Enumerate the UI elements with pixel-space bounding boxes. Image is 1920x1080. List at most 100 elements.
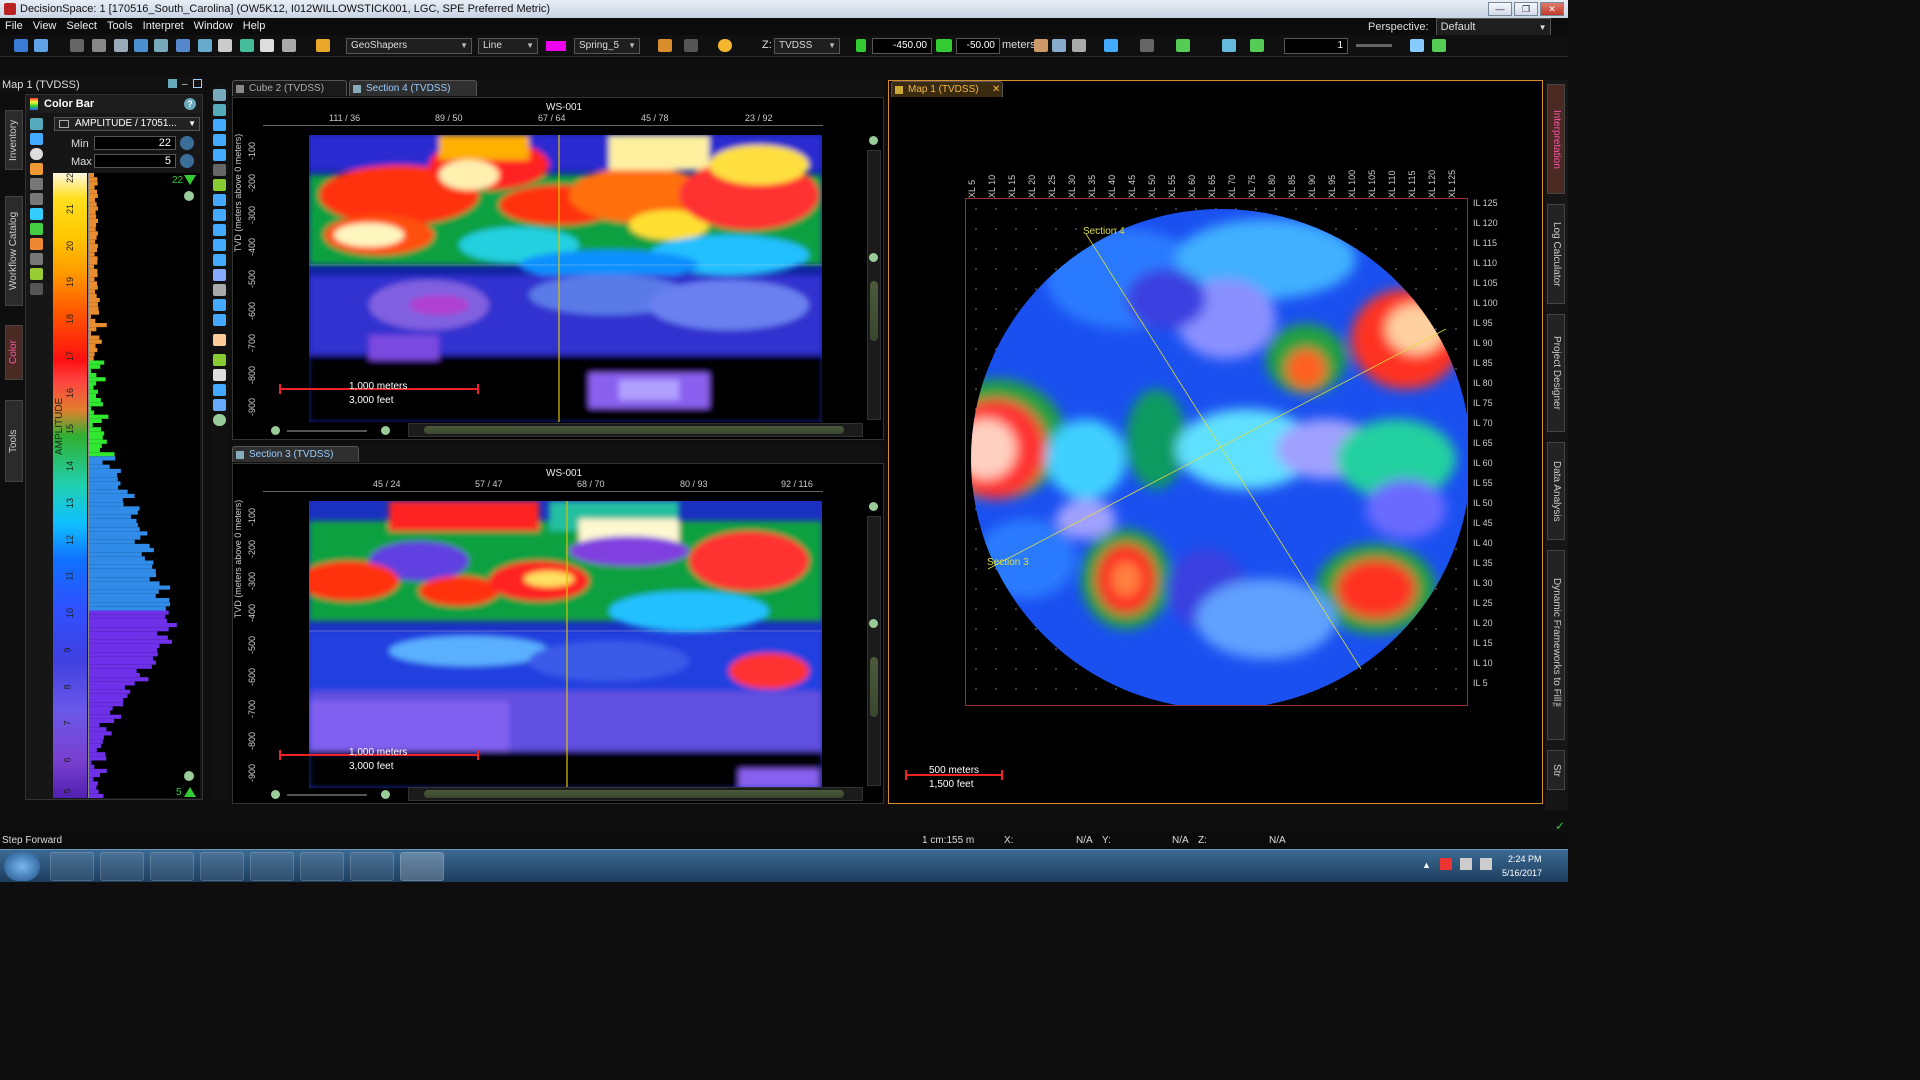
maximize-button[interactable]: ❐	[1514, 2, 1538, 16]
tab-section3[interactable]: Section 3 (TVDSS)	[232, 446, 359, 462]
menu-interpret[interactable]: Interpret	[138, 18, 189, 35]
horizontal-scrollbar[interactable]	[408, 787, 863, 801]
play-icon[interactable]	[936, 39, 952, 52]
scroll-thumb[interactable]	[870, 657, 878, 717]
grid-icon[interactable]	[198, 39, 212, 52]
menu-view[interactable]: View	[28, 18, 62, 35]
clip-icon[interactable]	[30, 268, 43, 280]
tab-dynamic-frameworks[interactable]: Dynamic Frameworks to Fill™	[1547, 550, 1565, 740]
chrome-taskbar-icon[interactable]	[200, 852, 244, 881]
zoom-in-icon[interactable]	[869, 136, 878, 145]
min-field[interactable]: 22	[94, 136, 176, 150]
tab-inventory[interactable]: Inventory	[5, 110, 23, 170]
slice-field[interactable]: 1	[1284, 38, 1348, 54]
max-field[interactable]: 5	[94, 154, 176, 168]
pan-icon[interactable]	[154, 39, 168, 52]
app-taskbar-icon[interactable]	[250, 852, 294, 881]
scroll-thumb[interactable]	[870, 281, 878, 341]
scroll-thumb[interactable]	[424, 790, 844, 798]
rotate-view-icon[interactable]	[213, 134, 226, 146]
redo-icon[interactable]	[684, 39, 698, 52]
zoom-out-icon[interactable]	[184, 771, 194, 781]
cube-icon[interactable]	[240, 39, 254, 52]
horizontal-scrollbar[interactable]	[408, 423, 863, 437]
crosshair-icon[interactable]	[1432, 39, 1446, 52]
edit-icon[interactable]	[213, 239, 226, 251]
zoom-icon[interactable]	[213, 119, 226, 131]
tab-workflow-catalog[interactable]: Workflow Catalog	[5, 196, 23, 306]
tray-alert-icon[interactable]	[1440, 858, 1452, 870]
open-icon[interactable]	[34, 39, 48, 52]
select-view-icon[interactable]	[213, 369, 226, 381]
flip-icon[interactable]	[30, 238, 43, 250]
lock-icon[interactable]	[30, 283, 43, 295]
zoom-out-icon[interactable]	[271, 790, 280, 799]
tab-log-calculator[interactable]: Log Calculator	[1547, 204, 1565, 304]
opacity-icon[interactable]	[30, 253, 43, 265]
menu-select[interactable]: Select	[61, 18, 102, 35]
tab-section4[interactable]: Section 4 (TVDSS)	[349, 80, 477, 96]
nav-icon[interactable]	[213, 194, 226, 206]
tray-network-icon[interactable]	[1460, 858, 1472, 870]
paint-taskbar-icon[interactable]	[350, 852, 394, 881]
ie-taskbar-icon[interactable]	[50, 852, 94, 881]
menu-tools[interactable]: Tools	[102, 18, 138, 35]
box-icon[interactable]	[213, 384, 226, 396]
zoom-in-icon[interactable]	[381, 426, 390, 435]
colormap-dropdown[interactable]: Spring_5 ▼	[574, 38, 640, 54]
tray-volume-icon[interactable]	[1480, 858, 1492, 870]
wand-icon[interactable]	[1222, 39, 1236, 52]
panel-maximize-icon[interactable]	[193, 79, 202, 88]
scroll-thumb[interactable]	[424, 426, 844, 434]
help-icon[interactable]: ?	[184, 98, 196, 110]
close-button[interactable]: ✕	[1540, 2, 1564, 16]
attribute-dropdown[interactable]: AMPLITUDE / 17051... ▼	[54, 117, 200, 131]
tray-chevron-icon[interactable]: ▲	[1422, 860, 1431, 870]
align-icon[interactable]	[213, 209, 226, 221]
tools-icon[interactable]	[1072, 39, 1086, 52]
zoom-in-icon[interactable]	[381, 790, 390, 799]
step-back-icon[interactable]	[856, 39, 866, 52]
layer-view-icon[interactable]	[213, 269, 226, 281]
horizon-icon[interactable]	[1250, 39, 1264, 52]
bottom-marker-handle[interactable]	[184, 787, 196, 797]
annotation-icon[interactable]	[218, 39, 232, 52]
decisionspace-taskbar-icon[interactable]	[400, 852, 444, 881]
z-start-field[interactable]: -450.00	[872, 38, 932, 54]
layers-icon[interactable]	[260, 39, 274, 52]
undo-colormap-icon[interactable]	[30, 178, 43, 190]
tab-interpretation[interactable]: Interpretation	[1547, 84, 1565, 194]
layout-icon[interactable]	[70, 39, 84, 52]
active-tool-icon[interactable]	[213, 334, 226, 346]
pencil-icon[interactable]	[316, 39, 330, 52]
tab-cube2[interactable]: Cube 2 (TVDSS)	[232, 80, 347, 96]
menu-help[interactable]: Help	[238, 18, 271, 35]
minimize-button[interactable]: —	[1488, 2, 1512, 16]
zoom-out-icon[interactable]	[271, 426, 280, 435]
section3-viewport[interactable]: WS-001 45 / 24 57 / 47 68 / 70 80 / 93 9…	[232, 463, 884, 804]
save-colormap-icon[interactable]	[30, 163, 43, 175]
line-style-dropdown[interactable]: Line ▼	[478, 38, 538, 54]
zoom-out-icon[interactable]	[869, 253, 878, 262]
color-swatch[interactable]	[546, 41, 566, 51]
geoshapers-dropdown[interactable]: GeoShapers ▼	[346, 38, 472, 54]
zoom-in-view-icon[interactable]	[213, 414, 226, 426]
camera-icon[interactable]	[213, 284, 226, 296]
zoom-view-icon[interactable]	[213, 104, 226, 116]
notes-taskbar-icon[interactable]	[300, 852, 344, 881]
zoom-in-icon[interactable]	[869, 502, 878, 511]
globe-icon[interactable]	[1034, 39, 1048, 52]
tab-map1[interactable]: Map 1 (TVDSS) ✕	[891, 81, 1003, 97]
refresh-icon[interactable]	[30, 133, 43, 145]
start-button[interactable]	[4, 852, 40, 881]
tab-str[interactable]: Str	[1547, 750, 1565, 790]
table-icon[interactable]	[1410, 39, 1424, 52]
histogram-icon[interactable]	[30, 223, 43, 235]
vertical-scrollbar[interactable]	[867, 150, 881, 420]
zoom-in-icon[interactable]	[184, 191, 194, 201]
menu-file[interactable]: File	[0, 18, 28, 35]
max-sync-icon[interactable]	[180, 154, 194, 168]
pick-icon[interactable]	[1176, 39, 1190, 52]
redo-colormap-icon[interactable]	[30, 193, 43, 205]
ruler-icon[interactable]	[213, 164, 226, 176]
